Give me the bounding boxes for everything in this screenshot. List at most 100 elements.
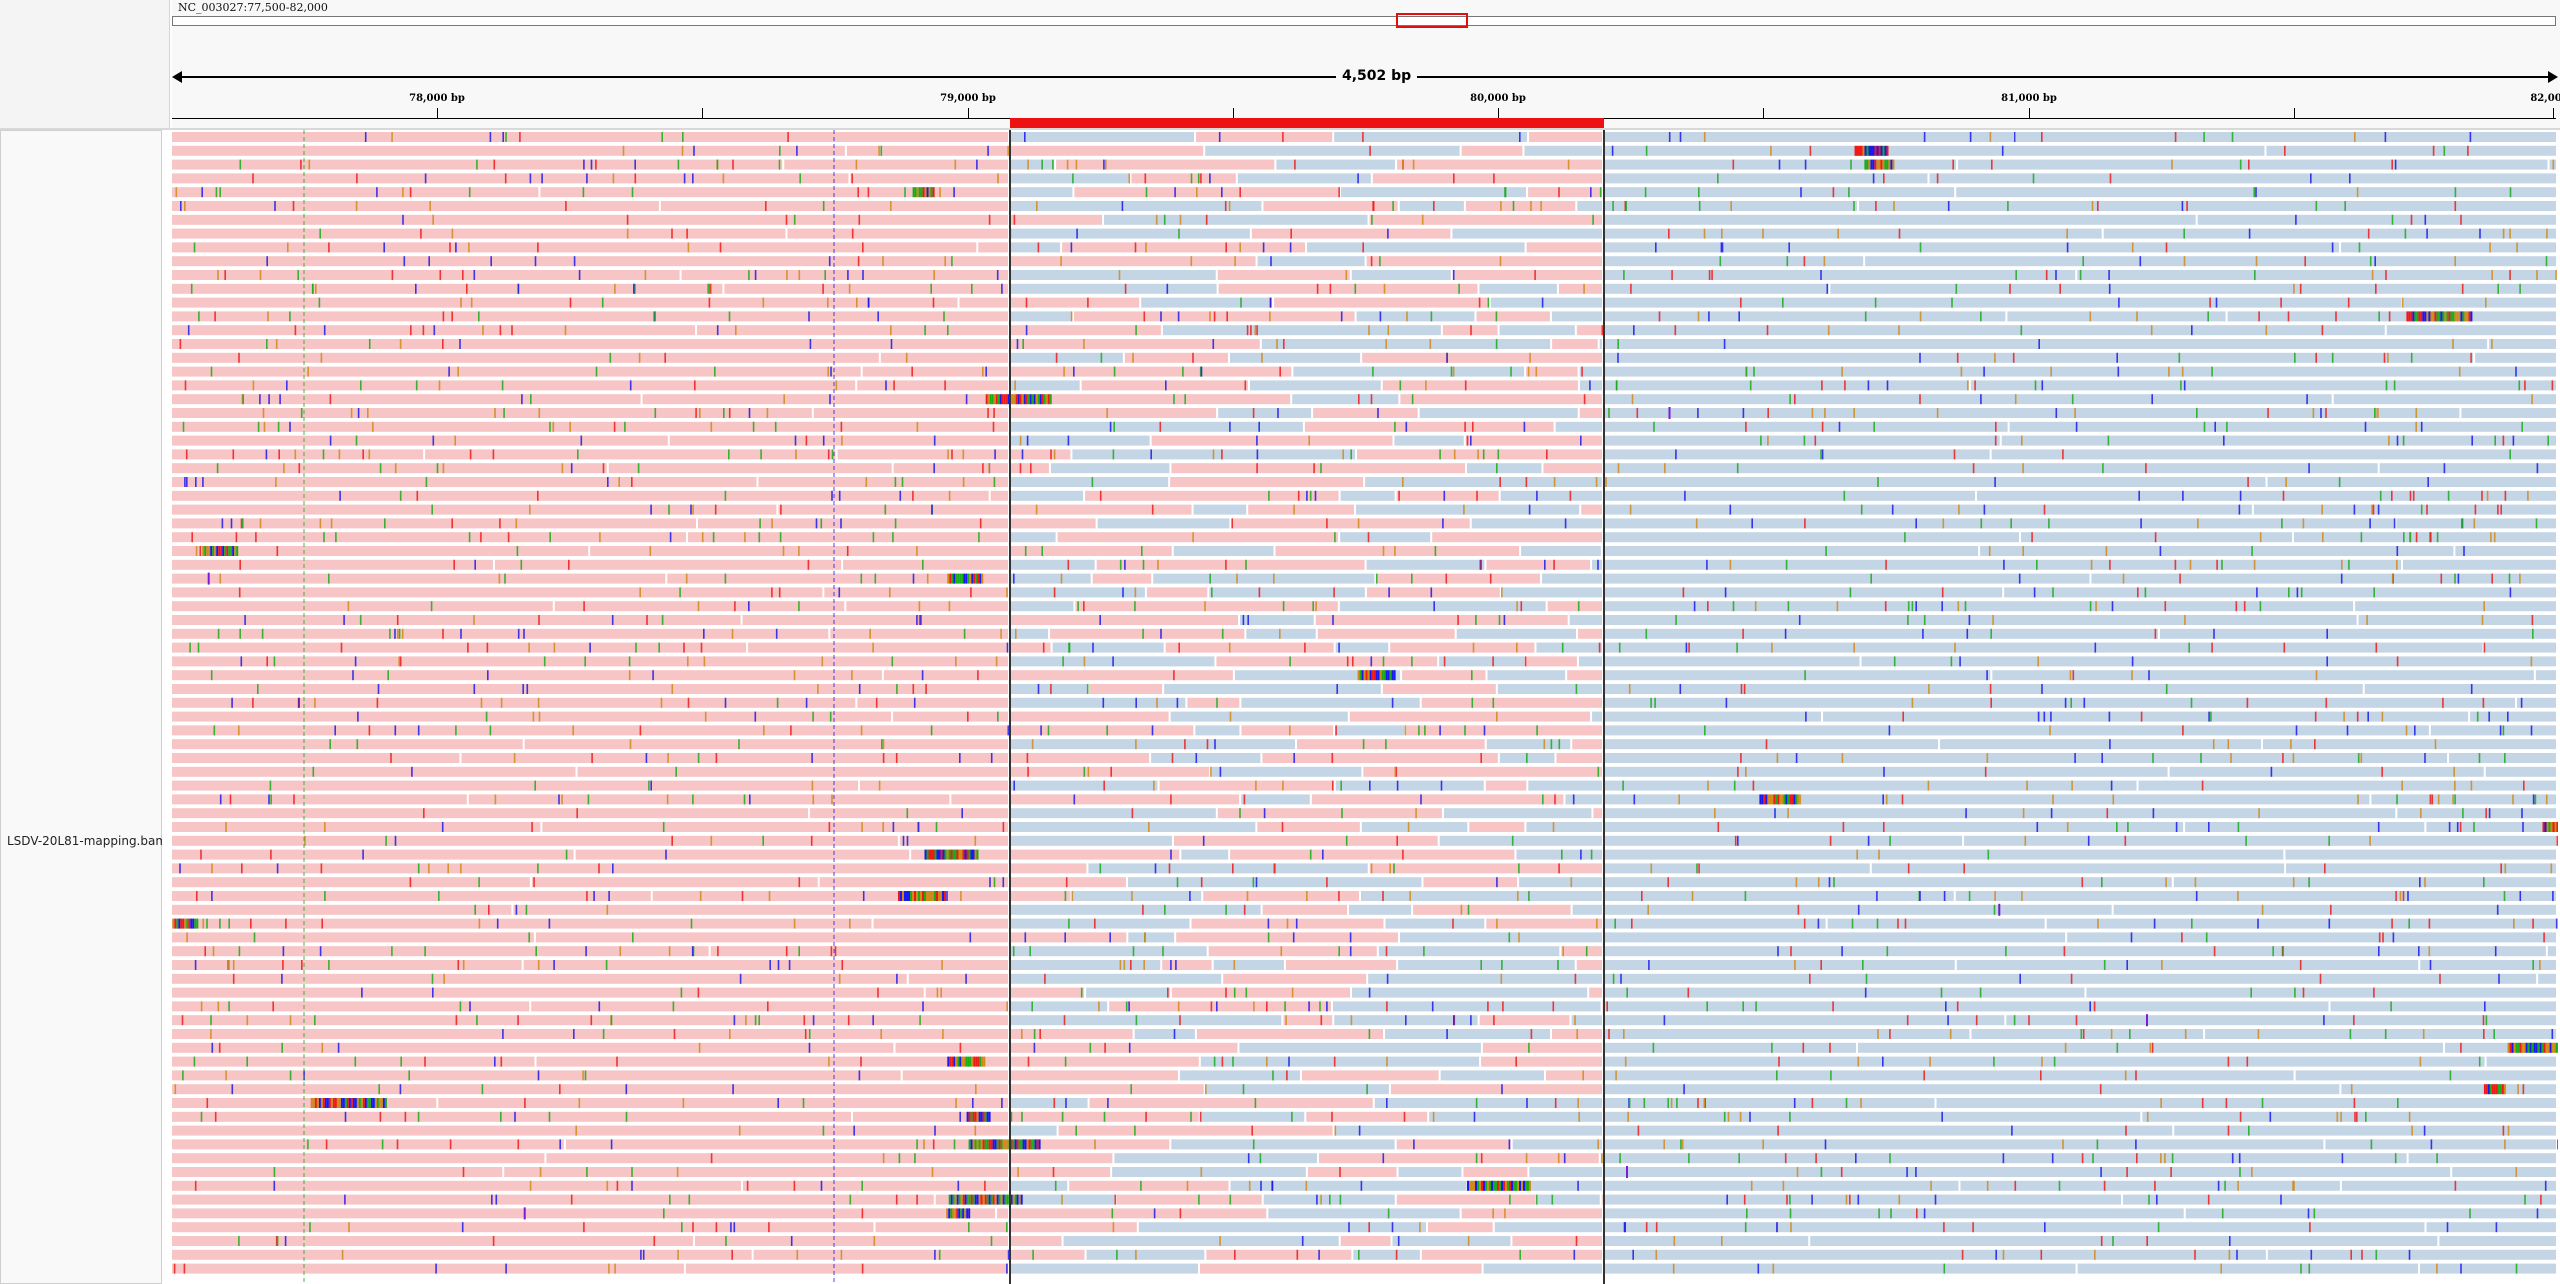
read xyxy=(1467,463,1542,474)
mismatch-mark xyxy=(602,1029,605,1039)
mismatch-cluster xyxy=(972,1111,975,1122)
mismatch-mark xyxy=(1558,739,1561,750)
mismatch-cluster xyxy=(983,1056,986,1067)
mismatch-mark xyxy=(2502,435,2505,446)
mismatch-mark xyxy=(948,601,951,612)
mismatch-mark xyxy=(2064,697,2067,708)
read xyxy=(1604,615,2357,625)
mismatch-mark xyxy=(1742,1001,1744,1012)
mismatch-mark xyxy=(1221,187,1223,198)
mismatch-cluster xyxy=(922,891,924,901)
mismatch-mark xyxy=(1068,642,1071,653)
mismatch-mark xyxy=(522,684,524,694)
chromosome-ideogram[interactable] xyxy=(172,16,2556,26)
track-name-label[interactable]: LSDV-20L81-mapping.bam xyxy=(7,834,167,848)
mismatch-mark xyxy=(397,628,399,639)
read xyxy=(1216,656,1438,667)
mismatch-mark xyxy=(2213,946,2216,957)
mismatch-cluster xyxy=(2541,1042,2544,1053)
read xyxy=(1010,1153,1113,1164)
mismatch-mark xyxy=(2348,559,2350,570)
mismatch-mark xyxy=(1450,366,1453,377)
mismatch-mark xyxy=(1372,201,1375,211)
read xyxy=(1604,490,1976,501)
read xyxy=(2113,904,2556,915)
mismatch-cluster xyxy=(2489,1084,2492,1095)
mismatch-mark xyxy=(1013,214,1016,225)
region-of-interest-bar[interactable] xyxy=(1010,118,1604,128)
mismatch-mark xyxy=(867,297,870,308)
read xyxy=(1406,725,1602,736)
mismatch-mark xyxy=(1667,877,1669,888)
mismatch-mark xyxy=(1453,449,1456,460)
read xyxy=(1138,1222,1427,1233)
mismatch-mark xyxy=(1855,1153,1857,1164)
mismatch-cluster xyxy=(981,1056,984,1067)
mismatch-mark xyxy=(2544,1180,2547,1191)
read xyxy=(1604,628,2158,639)
mismatch-mark xyxy=(1762,1139,1764,1150)
mismatch-mark xyxy=(2036,559,2038,570)
mismatch-mark xyxy=(1276,339,1278,349)
mismatch-mark xyxy=(1697,408,1699,418)
read xyxy=(1396,490,1499,501)
mismatch-mark xyxy=(851,228,854,239)
mismatch-mark xyxy=(1528,1042,1530,1053)
mismatch-mark xyxy=(805,435,808,446)
mismatch-mark xyxy=(2107,435,2110,446)
read xyxy=(1230,1180,1467,1191)
mismatch-mark xyxy=(1683,1084,1685,1095)
mismatch-mark xyxy=(1026,753,1029,763)
mismatch-mark xyxy=(569,421,571,432)
mismatch-mark xyxy=(1934,1194,1937,1205)
mismatch-mark xyxy=(793,670,796,681)
mismatch-mark xyxy=(1134,1125,1136,1136)
mismatch-mark xyxy=(2494,435,2496,446)
mismatch-mark xyxy=(838,490,841,501)
read xyxy=(1964,835,2556,846)
mismatch-cluster xyxy=(1026,1139,1029,1150)
mismatch-cluster xyxy=(967,1056,970,1067)
read xyxy=(172,1042,894,1053)
mismatch-mark xyxy=(1786,256,1789,267)
mismatch-mark xyxy=(2154,532,2157,543)
mismatch-mark xyxy=(1675,449,1677,460)
mismatch-mark xyxy=(664,352,666,363)
ideogram-current-region[interactable] xyxy=(1396,13,1468,28)
mismatch-mark xyxy=(1803,918,1806,929)
mismatch-mark xyxy=(2082,1029,2085,1039)
ruler-tick-label: 82,00 xyxy=(2530,93,2560,104)
alignment-track[interactable] xyxy=(172,130,2558,1284)
track-name-panel[interactable]: LSDV-20L81-mapping.bam xyxy=(0,130,167,1284)
mismatch-mark xyxy=(2139,256,2142,267)
mismatch-mark xyxy=(1471,670,1473,681)
read xyxy=(1010,573,1091,584)
mismatch-mark xyxy=(2050,366,2052,377)
mismatch-mark xyxy=(1062,656,1064,667)
mismatch-mark xyxy=(1824,1139,1827,1150)
mismatch-mark xyxy=(704,711,707,722)
mismatch-mark xyxy=(1518,932,1520,943)
mismatch-mark xyxy=(2454,187,2457,198)
mismatch-mark xyxy=(922,1001,924,1012)
mismatch-cluster xyxy=(902,891,904,901)
mismatch-mark xyxy=(994,449,996,460)
read xyxy=(1432,532,1602,543)
mismatch-mark xyxy=(1889,1029,1891,1039)
read xyxy=(1567,670,1602,681)
mismatch-cluster xyxy=(964,849,967,860)
mismatch-mark xyxy=(447,863,449,874)
read xyxy=(1363,766,1602,777)
mismatch-mark xyxy=(881,739,883,750)
mismatch-mark xyxy=(537,1070,540,1081)
mismatch-mark xyxy=(1443,656,1446,667)
mismatch-mark xyxy=(691,946,694,957)
mismatch-mark xyxy=(676,1167,679,1177)
mismatch-mark xyxy=(1534,270,1536,280)
mismatch-mark xyxy=(2251,1167,2253,1177)
mismatch-mark xyxy=(252,173,254,184)
panel-divider[interactable] xyxy=(162,130,170,1284)
mismatch-cluster xyxy=(194,918,197,929)
mismatch-mark xyxy=(1597,766,1600,777)
mismatch-mark xyxy=(1379,256,1381,267)
